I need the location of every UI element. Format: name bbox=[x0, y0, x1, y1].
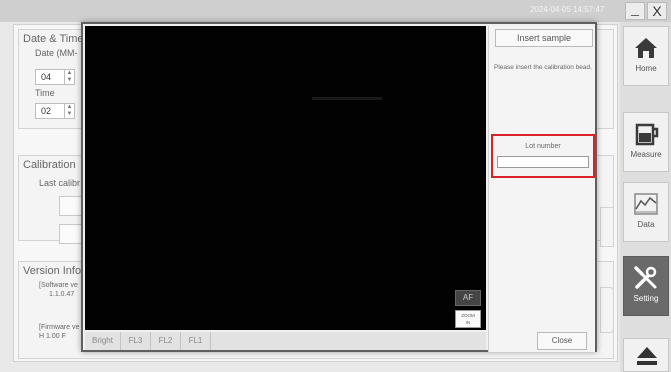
software-version-value: 1.1.0.47 bbox=[49, 291, 75, 298]
lot-number-input[interactable] bbox=[497, 156, 589, 168]
zoom-label: ZOOM bbox=[461, 313, 475, 318]
close-button[interactable]: Close bbox=[537, 332, 587, 350]
calibration-modal: AF ZOOM IN Bright FL3 FL2 FL1 Insert sam… bbox=[81, 22, 597, 352]
hour-stepper[interactable]: 02 ▲ ▼ bbox=[35, 103, 75, 119]
software-version-label: [Software ve bbox=[39, 282, 78, 289]
datetime-group-title: Date & Time bbox=[23, 33, 84, 45]
title-bar: 2024-04-05 14:57:47 _ X bbox=[0, 0, 671, 22]
modal-side-panel: Insert sample Please insert the calibrat… bbox=[488, 26, 595, 352]
lot-number-label: Lot number bbox=[525, 143, 561, 150]
settings-frame-edge bbox=[600, 287, 614, 333]
firmware-version-value: H 1.00 F bbox=[39, 333, 66, 340]
instruction-text: Please insert the calibration bead. bbox=[494, 64, 592, 71]
microscope-viewer: AF ZOOM IN bbox=[85, 26, 486, 330]
tab-fl1[interactable]: FL1 bbox=[181, 332, 211, 350]
zoom-in-button[interactable]: ZOOM IN bbox=[455, 310, 481, 328]
eject-button[interactable] bbox=[623, 338, 669, 372]
nav-setting[interactable]: Setting bbox=[623, 256, 669, 316]
version-group-title: Version Info bbox=[23, 265, 82, 277]
time-label: Time bbox=[35, 88, 55, 98]
hour-value: 02 bbox=[41, 106, 52, 116]
nav-home-label: Home bbox=[635, 64, 657, 73]
eject-icon bbox=[637, 347, 657, 365]
viewer-artifact bbox=[312, 97, 382, 100]
firmware-version-label: [Firmware ve bbox=[39, 324, 80, 331]
tab-fl3[interactable]: FL3 bbox=[121, 332, 151, 350]
lot-number-highlight: Lot number bbox=[491, 134, 595, 178]
nav-measure[interactable]: Measure bbox=[623, 112, 669, 172]
date-label: Date (MM- bbox=[35, 48, 78, 58]
datetime-readout: 2024-04-05 14:57:47 bbox=[530, 5, 605, 14]
tab-fl2[interactable]: FL2 bbox=[151, 332, 181, 350]
nav-data-label: Data bbox=[637, 220, 655, 229]
chart-icon bbox=[634, 193, 658, 215]
minimize-button[interactable]: _ bbox=[625, 1, 645, 20]
close-app-button[interactable]: X bbox=[647, 2, 667, 20]
autofocus-button[interactable]: AF bbox=[455, 290, 481, 306]
insert-sample-button[interactable]: Insert sample bbox=[495, 29, 593, 47]
tab-bright[interactable]: Bright bbox=[85, 332, 121, 350]
month-stepper[interactable]: 04 ▲ ▼ bbox=[35, 69, 75, 85]
stepper-arrows-icon[interactable]: ▲ ▼ bbox=[64, 70, 74, 84]
home-icon bbox=[635, 38, 657, 58]
stepper-arrows-icon[interactable]: ▲ ▼ bbox=[64, 104, 74, 118]
nav-sidebar: Home Measure Data Setting bbox=[620, 22, 671, 372]
nav-data[interactable]: Data bbox=[623, 182, 669, 242]
calibration-group-title: Calibration bbox=[23, 159, 76, 171]
month-value: 04 bbox=[41, 72, 52, 82]
nav-setting-label: Setting bbox=[633, 294, 659, 303]
last-calibration-label: Last calibr bbox=[39, 178, 81, 188]
filter-tabs: Bright FL3 FL2 FL1 bbox=[85, 332, 486, 350]
tools-icon bbox=[634, 266, 657, 289]
nav-home[interactable]: Home bbox=[623, 26, 669, 86]
nav-measure-label: Measure bbox=[630, 150, 662, 159]
beaker-icon bbox=[635, 123, 659, 146]
settings-frame-edge bbox=[600, 207, 614, 247]
zoom-in-label: IN bbox=[465, 320, 471, 325]
